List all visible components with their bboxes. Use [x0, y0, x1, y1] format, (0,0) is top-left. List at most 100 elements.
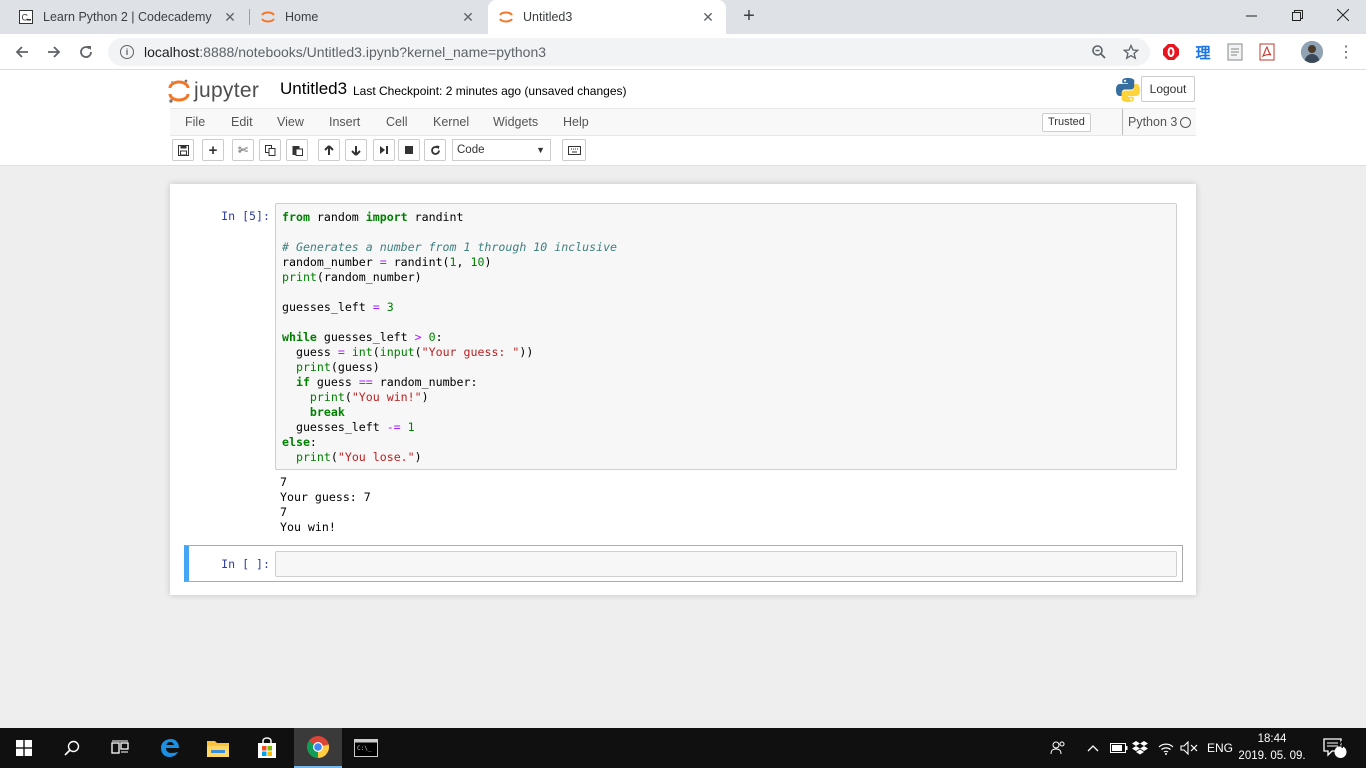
move-cell-down-button[interactable]: [345, 139, 367, 161]
site-info-icon[interactable]: i: [120, 45, 134, 59]
new-tab-button[interactable]: +: [738, 5, 760, 29]
tab-title: Untitled3: [523, 10, 573, 24]
show-hidden-icons-chevron-icon[interactable]: [1087, 728, 1099, 768]
browser-tab-strip: C Learn Python 2 | Codecademy ✕ Home ✕ U…: [0, 0, 1366, 34]
code-line: from random import randint: [282, 210, 464, 224]
menu-bar: File Edit View Insert Cell Kernel Widget…: [170, 108, 1196, 136]
windows-icon: [16, 740, 32, 756]
address-bar[interactable]: i localhost:8888/notebooks/Untitled3.ipy…: [108, 38, 1150, 66]
menu-insert[interactable]: Insert: [329, 109, 360, 135]
svg-text:C:\_: C:\_: [357, 745, 372, 752]
code-line: guesses_left = 3: [282, 300, 394, 314]
close-tab-icon[interactable]: ✕: [460, 9, 476, 26]
search-button[interactable]: [48, 728, 96, 768]
menu-view[interactable]: View: [277, 109, 304, 135]
dropbox-icon[interactable]: [1132, 728, 1148, 768]
menu-file[interactable]: File: [185, 109, 205, 135]
jupyter-logo[interactable]: jupyter: [168, 76, 259, 106]
code-line: # Generates a number from 1 through 10 i…: [282, 240, 618, 254]
plus-icon: +: [208, 141, 218, 159]
action-center-button[interactable]: 4: [1323, 728, 1347, 768]
zoom-icon[interactable]: [1088, 41, 1110, 63]
edge-taskbar-button[interactable]: [146, 728, 194, 768]
cell-type-value: Code: [457, 144, 485, 156]
menu-kernel[interactable]: Kernel: [433, 109, 469, 135]
cut-button[interactable]: ✄: [232, 139, 254, 161]
code-cell-input-empty[interactable]: [275, 551, 1177, 577]
tab-home[interactable]: Home ✕: [250, 0, 486, 34]
code-line: guesses_left -= 1: [282, 420, 415, 434]
close-window-button[interactable]: [1320, 0, 1366, 30]
menu-edit[interactable]: Edit: [231, 109, 253, 135]
system-clock[interactable]: 18:44 2019. 05. 09.: [1238, 731, 1306, 765]
volume-muted-icon[interactable]: [1180, 728, 1198, 768]
chrome-taskbar-button[interactable]: [294, 728, 342, 768]
keyboard-icon: [567, 145, 581, 155]
task-view-button[interactable]: [96, 728, 144, 768]
start-button[interactable]: [0, 728, 48, 768]
insert-cell-button[interactable]: +: [202, 139, 224, 161]
back-button[interactable]: [10, 40, 34, 64]
input-language[interactable]: ENG: [1207, 728, 1233, 768]
notification-count: 4: [1338, 740, 1344, 751]
output-line: 7: [280, 475, 287, 489]
more-menu-icon[interactable]: ⋮: [1336, 42, 1356, 62]
jupyter-icon: [498, 9, 514, 25]
paste-icon: [292, 145, 303, 156]
chrome-icon: [307, 736, 330, 758]
code-line: print(random_number): [282, 270, 422, 284]
move-cell-up-button[interactable]: [318, 139, 340, 161]
menu-widgets[interactable]: Widgets: [493, 109, 538, 135]
tab-title: Learn Python 2 | Codecademy: [43, 10, 212, 24]
trusted-indicator[interactable]: Trusted: [1042, 113, 1091, 132]
tab-codecademy[interactable]: C Learn Python 2 | Codecademy ✕: [8, 0, 248, 34]
url-path: :8888/notebooks/Untitled3.ipynb?kernel_n…: [199, 44, 547, 60]
close-tab-icon[interactable]: ✕: [222, 9, 238, 26]
reader-extension-icon[interactable]: [1225, 42, 1245, 62]
cell-type-select[interactable]: Code ▼: [452, 139, 551, 161]
interrupt-kernel-button[interactable]: [398, 139, 420, 161]
jupyter-icon: [260, 9, 276, 25]
tab-untitled3[interactable]: Untitled3 ✕: [488, 0, 726, 34]
battery-icon[interactable]: [1110, 728, 1128, 768]
kernel-name: Python 3: [1122, 109, 1177, 135]
reload-button[interactable]: [74, 40, 98, 64]
output-line: 7: [280, 505, 287, 519]
restore-button[interactable]: [1274, 0, 1320, 30]
paste-button[interactable]: [286, 139, 308, 161]
output-line: Your guess: 7: [280, 490, 371, 504]
file-explorer-taskbar-button[interactable]: [194, 728, 242, 768]
arrow-up-icon: [324, 144, 334, 155]
bookmark-star-icon[interactable]: [1120, 41, 1142, 63]
store-taskbar-button[interactable]: [243, 728, 291, 768]
forward-button[interactable]: [42, 40, 66, 64]
close-tab-icon[interactable]: ✕: [700, 9, 716, 26]
clock-date: 2019. 05. 09.: [1238, 750, 1306, 762]
menu-help[interactable]: Help: [563, 109, 589, 135]
profile-avatar[interactable]: [1301, 41, 1323, 63]
terminal-taskbar-button[interactable]: C:\_: [342, 728, 390, 768]
code-line: break: [309, 405, 345, 419]
logout-button[interactable]: Logout: [1141, 76, 1195, 102]
wifi-icon[interactable]: [1158, 728, 1174, 768]
code-line: else:: [282, 435, 317, 449]
save-button[interactable]: [172, 139, 194, 161]
stop-icon: [405, 146, 413, 154]
notebook-name[interactable]: Untitled3: [280, 79, 347, 99]
kernel-idle-indicator: [1180, 117, 1191, 128]
search-icon: [64, 740, 80, 756]
copy-icon: [264, 144, 275, 156]
code-cell-input[interactable]: from random import randint # Generates a…: [275, 203, 1177, 470]
dictionary-extension-icon[interactable]: 理: [1193, 42, 1213, 62]
command-palette-button[interactable]: [562, 139, 586, 161]
run-button[interactable]: [373, 139, 395, 161]
menu-cell[interactable]: Cell: [386, 109, 408, 135]
people-icon[interactable]: [1050, 728, 1066, 768]
code-line: print("You win!"): [309, 390, 429, 404]
copy-button[interactable]: [259, 139, 281, 161]
adblock-extension-icon[interactable]: [1161, 42, 1181, 62]
restart-kernel-button[interactable]: [424, 139, 446, 161]
output-line: You win!: [280, 520, 336, 534]
minimize-button[interactable]: [1228, 0, 1274, 30]
pdf-extension-icon[interactable]: [1257, 42, 1277, 62]
